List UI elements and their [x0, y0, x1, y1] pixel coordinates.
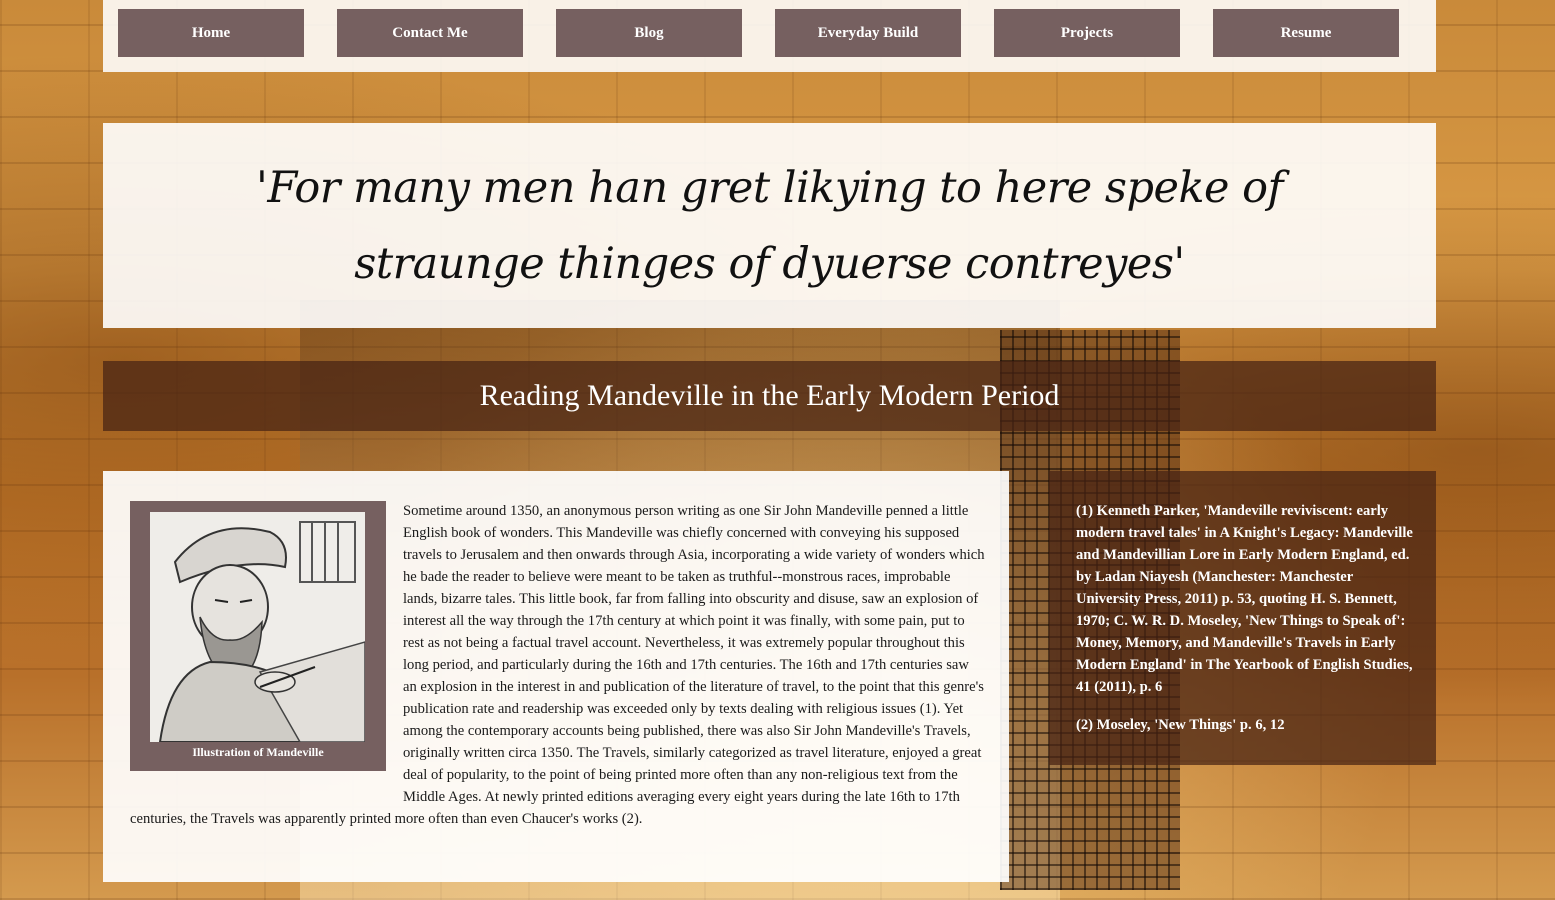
- nav-home-button[interactable]: Home: [118, 9, 304, 57]
- nav-blog-button[interactable]: Blog: [556, 9, 742, 57]
- top-nav: Home Contact Me Blog Everyday Build Proj…: [103, 0, 1436, 72]
- nav-contact-button[interactable]: Contact Me: [337, 9, 523, 57]
- page-title: Reading Mandeville in the Early Modern P…: [479, 379, 1060, 412]
- quote-panel: 'For many men han gret likying to here s…: [103, 123, 1436, 328]
- article-panel: Illustration of Mandeville Sometime arou…: [103, 471, 1009, 882]
- figure-spacer: [130, 500, 403, 790]
- nav-everyday-build-button[interactable]: Everyday Build: [775, 9, 961, 57]
- article-body: Sometime around 1350, an anonymous perso…: [130, 500, 986, 830]
- footnote-2: (2) Moseley, 'New Things' p. 6, 12: [1076, 717, 1285, 733]
- footnotes-panel: (1) Kenneth Parker, 'Mandeville revivisc…: [1049, 471, 1436, 765]
- nav-resume-button[interactable]: Resume: [1213, 9, 1399, 57]
- nav-projects-button[interactable]: Projects: [994, 9, 1180, 57]
- title-bar: Reading Mandeville in the Early Modern P…: [103, 361, 1436, 431]
- epigraph-quote: 'For many men han gret likying to here s…: [256, 162, 1283, 289]
- footnote-1: (1) Kenneth Parker, 'Mandeville revivisc…: [1076, 503, 1413, 695]
